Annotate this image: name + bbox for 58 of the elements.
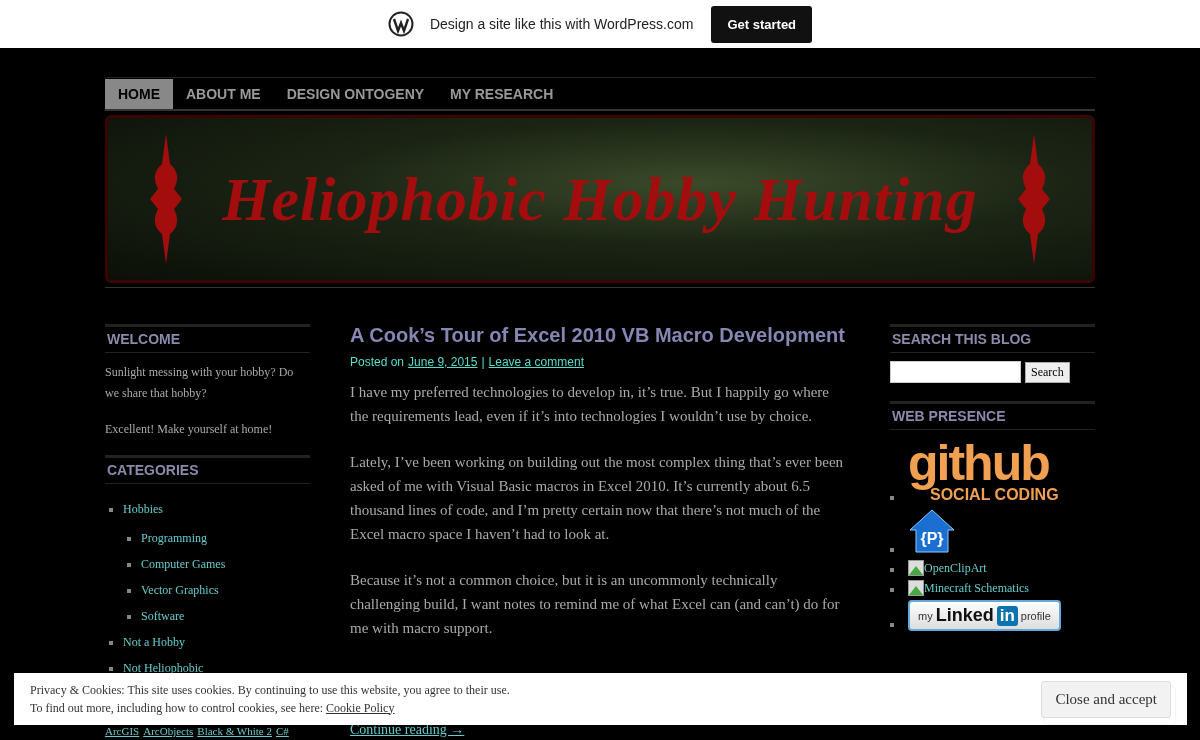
tag-link[interactable]: ArcObjects	[143, 725, 194, 737]
post-paragraph: Because it’s not a common choice, but it is an uncommonly technically challenging build, I want notes to remind me of what Excel can (and can’t) do for me with macro support.	[350, 571, 841, 638]
category-link[interactable]: Vector Graphics	[141, 583, 219, 597]
nav-tab[interactable]: DESIGN ONTOGENY	[273, 79, 438, 109]
widget-title: SEARCH THIS BLOG	[890, 324, 1095, 353]
nav-tab[interactable]: HOME	[105, 79, 173, 109]
widget-title: WEB PRESENCE	[890, 401, 1095, 430]
post-title[interactable]: A Cook’s Tour of Excel 2010 VB Macro Development	[350, 324, 850, 347]
linkedin-badge[interactable]: my Linked in profile	[908, 600, 1061, 631]
posted-on-label: Posted on	[350, 355, 405, 369]
welcome-text: Sunlight messing with your hobby? Do we share that hobby?	[105, 364, 295, 402]
nav-tab[interactable]: ABOUT ME	[173, 79, 274, 109]
widget-title: CATEGORIES	[105, 455, 310, 484]
bullet-icon	[109, 508, 113, 513]
image-link[interactable]: Minecraft Schematics	[908, 580, 1029, 596]
cookie-text: To find out more, including how to control cookies, see here: Cookie Policy	[30, 700, 396, 716]
tag-link[interactable]: C#	[275, 725, 289, 737]
category-link[interactable]: Not Heliophobic	[123, 661, 204, 675]
category-link[interactable]: Not a Hobby	[123, 635, 185, 649]
wordpress-logo-icon	[387, 11, 414, 37]
nav-tab[interactable]: MY RESEARCH	[437, 79, 567, 109]
broken-image-icon	[908, 560, 924, 576]
bullet-icon	[109, 641, 113, 646]
comment-link[interactable]: Leave a comment	[488, 355, 584, 369]
category-link[interactable]: Hobbies	[123, 502, 163, 516]
github-logo[interactable]: github SOCIAL CODING	[908, 440, 1059, 504]
bullet-icon	[127, 537, 131, 542]
date-link[interactable]: June 9, 2015	[408, 355, 478, 369]
separator: |	[481, 355, 485, 369]
image-link[interactable]: OpenClipArt	[908, 560, 987, 576]
bullet-icon	[127, 615, 131, 620]
bullet-icon	[127, 589, 131, 594]
tag-link[interactable]: Black & White 2	[197, 725, 272, 737]
search-field[interactable]	[890, 361, 1021, 383]
bullet-icon	[890, 623, 894, 627]
welcome-text: Excellent! Make yourself at home!	[105, 421, 274, 438]
post-paragraph: Lately, I’ve been working on building out the most complex thing that’s ever been asked of me with Visual Basic macros in Excel 2010. It’s currently about 6.5 thousand lines of code, and I’m pretty certain now that there’s not much of the Excel macro space I haven’t had to look at.	[350, 453, 845, 544]
cookie-policy-link[interactable]: Cookie Policy	[326, 700, 395, 715]
tag-link[interactable]: ArcGIS	[105, 725, 140, 737]
bullet-icon	[890, 496, 894, 500]
promo-text: Design a site like this with WordPress.com	[429, 16, 694, 32]
bullet-icon	[890, 548, 894, 552]
get-started-button[interactable]: Get started	[711, 5, 813, 43]
bullet-icon	[890, 588, 894, 592]
bullet-icon	[109, 667, 113, 672]
bullet-icon	[127, 563, 131, 568]
bullet-icon	[890, 568, 894, 572]
widget-title: WELCOME	[105, 324, 310, 353]
search-button[interactable]: Search	[1025, 361, 1070, 383]
broken-image-icon	[908, 580, 924, 596]
continue-reading-link[interactable]: Continue reading →	[350, 722, 465, 738]
site-title: Heliophobic Hobby Hunting	[222, 163, 978, 235]
category-link[interactable]: Programming	[141, 531, 207, 545]
house-logo[interactable]: {P}	[908, 508, 956, 556]
cookie-text: Privacy & Cookies: This site uses cookies. By continuing to use this website, you agree to their use.	[30, 682, 510, 698]
category-link[interactable]: Software	[141, 609, 185, 623]
category-link[interactable]: Computer Games	[141, 557, 226, 571]
post-paragraph: I have my preferred technologies to develop in, it’s true. But I happily go where the requirements lead, even if it’s into technologies I wouldn’t use by choice.	[350, 383, 831, 426]
